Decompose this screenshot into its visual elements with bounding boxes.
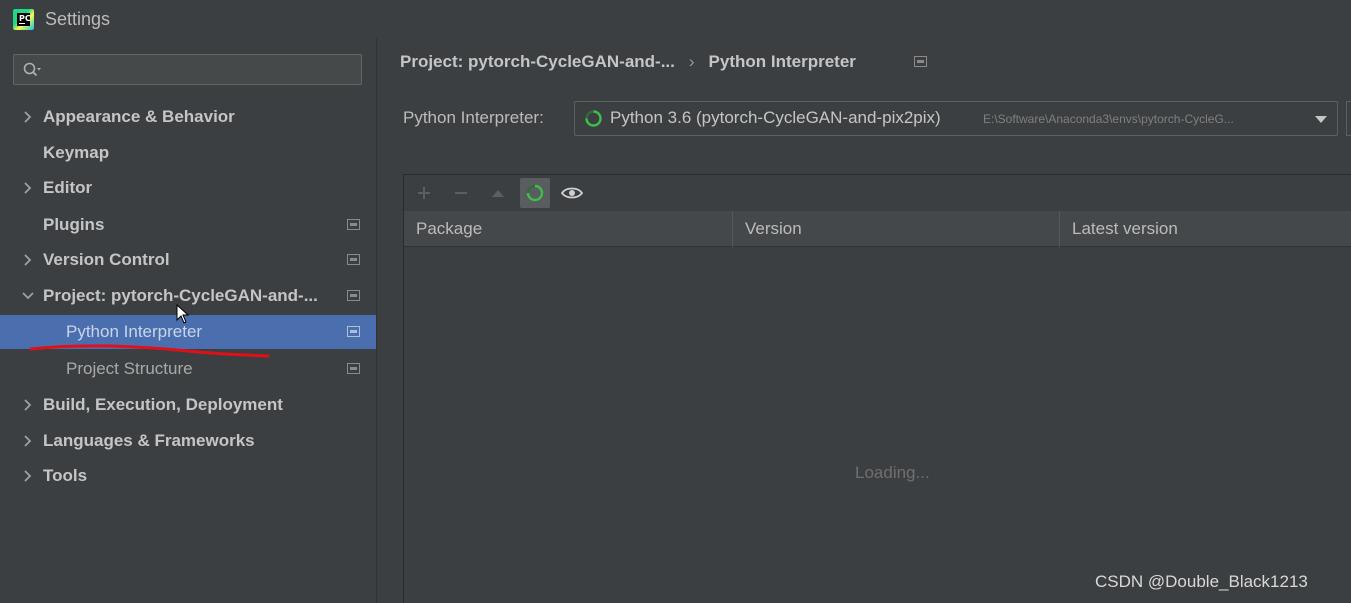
tree-item-build-execution-deployment[interactable]: Build, Execution, Deployment: [0, 388, 376, 422]
breadcrumb-current: Python Interpreter: [708, 52, 856, 71]
tree-item-label: Project: pytorch-CycleGAN-and-...: [43, 286, 318, 305]
tree-item-version-control[interactable]: Version Control: [0, 243, 376, 277]
packages-table: Package Version Latest version Loading..…: [404, 211, 1351, 603]
settings-sidebar: Appearance & Behavior Keymap Editor Plug…: [0, 38, 377, 603]
show-early-releases-button[interactable]: [557, 178, 587, 208]
project-scope-icon: [347, 219, 360, 230]
tree-item-label: Plugins: [43, 215, 105, 234]
project-scope-icon: [347, 363, 360, 374]
upgrade-package-button[interactable]: [483, 178, 513, 208]
tree-item-label: Keymap: [43, 143, 110, 162]
chevron-down-icon: [22, 292, 34, 300]
chevron-right-icon: [24, 254, 32, 266]
packages-table-body: Loading...: [404, 247, 1351, 603]
chevron-right-icon: [24, 111, 32, 123]
chevron-right-icon: [24, 399, 32, 411]
tree-item-label: Languages & Frameworks: [43, 431, 255, 450]
eye-icon: [561, 187, 583, 199]
project-scope-icon: [347, 290, 360, 301]
project-scope-icon: [914, 56, 927, 67]
watermark: CSDN @Double_Black1213: [1095, 572, 1308, 591]
chevron-right-icon: [24, 470, 32, 482]
interpreter-label: Python Interpreter:: [403, 108, 544, 127]
title-bar: PC Settings: [0, 0, 1351, 38]
tree-item-appearance-behavior[interactable]: Appearance & Behavior: [0, 100, 376, 134]
packages-toolbar: [404, 175, 1351, 211]
remove-icon: [455, 192, 467, 194]
loading-text: Loading...: [855, 463, 930, 482]
refresh-button[interactable]: [520, 178, 550, 208]
interpreter-path: E:\Software\Anaconda3\envs\pytorch-Cycle…: [983, 112, 1234, 126]
window-title: Settings: [45, 9, 111, 29]
tree-item-label: Tools: [43, 466, 88, 485]
chevron-right-icon: [24, 435, 32, 447]
settings-content: Project: pytorch-CycleGAN-and-... › Python…: [377, 38, 1351, 603]
chevron-right-icon: [24, 182, 32, 194]
search-input[interactable]: [13, 54, 362, 85]
tree-item-keymap[interactable]: Keymap: [0, 136, 376, 170]
add-package-button[interactable]: [409, 178, 439, 208]
settings-window: PC Settings Appearance & Behavior Keymap…: [0, 0, 1351, 603]
mouse-cursor-icon: [176, 304, 190, 324]
tree-item-tools[interactable]: Tools: [0, 459, 376, 493]
interpreter-select[interactable]: Python 3.6 (pytorch-CycleGAN-and-pix2pix…: [574, 101, 1338, 136]
tree-item-label: Build, Execution, Deployment: [43, 395, 283, 414]
tree-item-editor[interactable]: Editor: [0, 171, 376, 205]
project-scope-icon: [347, 254, 360, 265]
column-header-package[interactable]: Package: [404, 211, 733, 247]
tree-item-label: Appearance & Behavior: [43, 107, 235, 126]
breadcrumb-parent[interactable]: Project: pytorch-CycleGAN-and-...: [400, 52, 675, 71]
breadcrumb: Project: pytorch-CycleGAN-and-... › Python…: [400, 52, 856, 72]
dropdown-arrow-icon: [1315, 116, 1327, 123]
add-icon: [418, 187, 430, 199]
tree-item-label: Editor: [43, 178, 93, 197]
tree-item-plugins[interactable]: Plugins: [0, 208, 376, 242]
refresh-icon: [526, 184, 544, 202]
interpreter-value: Python 3.6 (pytorch-CycleGAN-and-pix2pix…: [610, 108, 941, 127]
column-header-latest-version[interactable]: Latest version: [1060, 211, 1351, 247]
search-icon: [23, 62, 41, 77]
column-header-version[interactable]: Version: [733, 211, 1060, 247]
upgrade-icon: [492, 190, 504, 197]
pycharm-icon: PC: [13, 9, 34, 30]
breadcrumb-separator: ›: [688, 52, 695, 71]
remove-package-button[interactable]: [446, 178, 476, 208]
tree-item-languages-frameworks[interactable]: Languages & Frameworks: [0, 424, 376, 458]
project-scope-icon: [347, 326, 360, 337]
interpreter-settings-button[interactable]: [1346, 101, 1351, 136]
red-underline-annotation: [29, 344, 270, 358]
packages-panel: Package Version Latest version Loading..…: [403, 174, 1351, 603]
tree-item-label: Version Control: [43, 250, 170, 269]
packages-table-header: Package Version Latest version: [404, 211, 1351, 247]
loading-spinner-icon: [585, 110, 602, 127]
